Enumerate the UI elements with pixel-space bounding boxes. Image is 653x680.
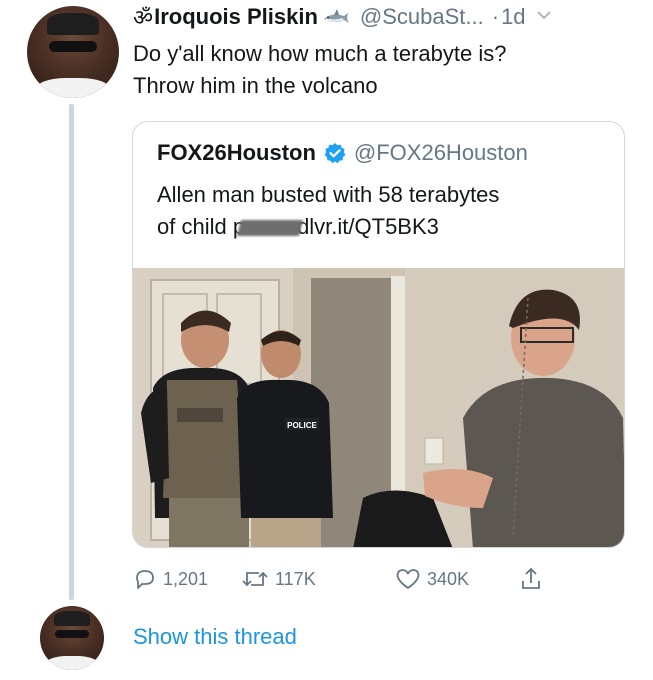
thread-avatar[interactable] [40, 606, 104, 670]
avatar-sunglasses [49, 40, 97, 52]
quoted-link[interactable]: dlvr.it/QT5BK3 [297, 214, 439, 239]
heart-icon [396, 569, 420, 589]
quoted-text-line: Allen man busted with 58 terabytes [157, 182, 500, 207]
chevron-down-icon[interactable] [536, 8, 552, 26]
share-icon [522, 567, 540, 589]
show-thread-link[interactable]: Show this thread [133, 624, 297, 650]
like-count: 340K [427, 568, 470, 589]
retweet-button[interactable]: 117K [241, 562, 316, 596]
svg-text:POLICE: POLICE [287, 421, 317, 430]
om-symbol-icon: ॐ [133, 5, 154, 30]
avatar-cap [54, 611, 90, 627]
tweet-header: ॐ Iroquois Pliskin @ScubaSt... · 1d [133, 2, 643, 32]
redaction-block [237, 220, 304, 237]
tweet-action-bar: 1,201 117K 340K [133, 562, 633, 596]
tweet-text-line: Do y'all know how much a terabyte is? [133, 41, 507, 66]
tweet-text: Do y'all know how much a terabyte is? Th… [133, 38, 633, 102]
tweet-timestamp[interactable]: 1d [501, 4, 525, 30]
retweet-count: 117K [275, 568, 316, 589]
share-button[interactable] [519, 562, 549, 596]
quoted-tweet-card[interactable]: FOX26Houston @FOX26Houston Allen man bus… [132, 121, 625, 548]
thread-connector-line [69, 104, 74, 600]
author-display-name[interactable]: Iroquois Pliskin [154, 4, 318, 30]
quoted-display-name: FOX26Houston [157, 140, 316, 165]
avatar-cap [47, 13, 99, 36]
avatar-shirt [46, 655, 98, 670]
shark-emoji-icon [322, 7, 350, 27]
like-button[interactable]: 340K [395, 562, 469, 596]
verified-badge-icon [324, 142, 346, 164]
reply-icon [136, 570, 154, 589]
quoted-text-line-2: of child p dlvr.it/QT5BK3 [157, 211, 607, 243]
avatar-shirt [36, 77, 110, 98]
author-handle[interactable]: @ScubaSt... [360, 4, 484, 30]
quoted-tweet-photo[interactable]: POLICE [133, 268, 624, 547]
quoted-text-before-redaction: of child p [157, 214, 246, 239]
reply-count: 1,201 [163, 568, 209, 589]
quoted-handle: @FOX26Houston [353, 140, 528, 165]
retweet-icon [242, 571, 268, 587]
reply-button[interactable]: 1,201 [133, 562, 208, 596]
tweet-text-line: Throw him in the volcano [133, 73, 378, 98]
separator-dot: · [491, 4, 500, 29]
avatar-sunglasses [55, 630, 89, 638]
quoted-tweet-header: FOX26Houston @FOX26Houston [157, 140, 528, 166]
author-avatar[interactable] [27, 6, 119, 98]
quoted-tweet-text: Allen man busted with 58 terabytes of ch… [157, 179, 607, 243]
